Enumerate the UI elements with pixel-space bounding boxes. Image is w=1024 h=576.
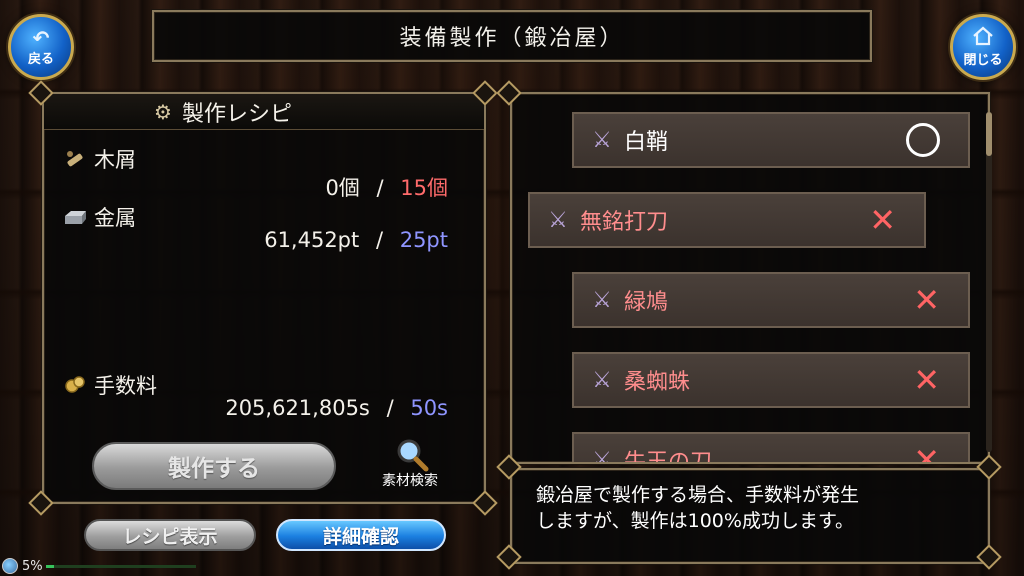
material-row-metal: 金属 [62, 202, 136, 232]
owned-amount: 61,452pt [264, 228, 360, 252]
title-bar: 装備製作（鍛冶屋） [152, 10, 872, 62]
material-search-button[interactable]: 素材検索 [370, 438, 450, 496]
material-amount-metal: 61,452pt / 25pt [264, 228, 448, 252]
weapon-list-scrollbar[interactable] [986, 112, 992, 452]
wood-scrap-icon [62, 146, 88, 172]
sword-icon: ⚔ [548, 207, 568, 233]
weapon-name: 緑鳩 [624, 290, 669, 315]
craftable-circle-icon [906, 123, 940, 157]
not-craftable-x-icon: ✕ [869, 201, 896, 239]
magnifier-icon [395, 438, 429, 472]
fee-label: 手数料 [94, 374, 157, 398]
recipe-panel: ⚙ 製作レシピ 木屑 0個 / 15個 金属 61,452pt / 25pt 手… [42, 92, 486, 504]
page-title: 装備製作（鍛冶屋） [399, 26, 625, 51]
recipe-scroll-icon: ⚙ [154, 99, 172, 124]
amount-separator: / [376, 176, 384, 200]
recipe-title: 製作レシピ [181, 101, 292, 127]
not-craftable-x-icon: ✕ [913, 281, 940, 319]
sword-icon: ⚔ [592, 127, 612, 153]
recipe-header: ⚙ 製作レシピ [44, 94, 484, 130]
weapon-name: 牛王の刀 [624, 450, 713, 464]
amount-separator: / [386, 396, 394, 420]
info-line-2: しますが、製作は100%成功します。 [536, 510, 855, 532]
amount-separator: / [375, 228, 384, 252]
detail-check-button[interactable]: 詳細確認 [276, 519, 446, 551]
sword-icon: ⚔ [592, 367, 612, 393]
weapon-name: 桑蜘蛛 [624, 370, 691, 395]
fee-amount: 205,621,805s / 50s [225, 396, 448, 420]
home-icon [972, 26, 994, 49]
owned-amount: 0個 [325, 176, 360, 200]
weapon-name: 白鞘 [624, 130, 669, 155]
sword-icon: ⚔ [592, 447, 612, 464]
not-craftable-x-icon: ✕ [913, 361, 940, 399]
weapon-list-item[interactable]: ⚔ 牛王の刀 ✕ [572, 432, 970, 464]
material-amount-wood: 0個 / 15個 [325, 172, 448, 202]
metal-ingot-icon [62, 204, 88, 230]
back-button-label: 戻る [27, 51, 54, 67]
weapon-name: 無銘打刀 [580, 210, 669, 235]
coins-icon [62, 372, 88, 398]
not-craftable-x-icon: ✕ [913, 441, 940, 464]
status-strip: 5% [0, 556, 1024, 576]
required-amount: 25pt [399, 228, 448, 252]
weapon-list-item[interactable]: ⚔ 白鞘 [572, 112, 970, 168]
status-globe-icon [2, 558, 18, 574]
weapon-list-item[interactable]: ⚔ 桑蜘蛛 ✕ [572, 352, 970, 408]
fee-row: 手数料 [62, 370, 157, 400]
recipe-view-button[interactable]: レシピ表示 [84, 519, 256, 551]
weapon-list-panel[interactable]: ⚔ 白鞘 ⚔ 無銘打刀 ✕ ⚔ 緑鳩 ✕ ⚔ 桑蜘蛛 ✕ ⚔ 牛王の刀 ✕ [510, 92, 990, 464]
close-button-label: 閉じる [963, 53, 1003, 68]
status-progress-bar [46, 565, 196, 568]
material-name: 金属 [94, 206, 136, 230]
info-line-1: 鍛冶屋で製作する場合、手数料が発生 [536, 484, 860, 506]
material-name: 木屑 [94, 148, 136, 172]
make-button[interactable]: 製作する [92, 442, 336, 490]
sword-icon: ⚔ [592, 287, 612, 313]
info-message-panel: 鍛冶屋で製作する場合、手数料が発生 しますが、製作は100%成功します。 [510, 468, 990, 564]
required-amount: 15個 [400, 176, 448, 200]
weapon-list-item-selected[interactable]: ⚔ 無銘打刀 ✕ [528, 192, 926, 248]
material-search-label: 素材検索 [382, 473, 438, 489]
material-row-wood: 木屑 [62, 144, 136, 174]
weapon-list-item[interactable]: ⚔ 緑鳩 ✕ [572, 272, 970, 328]
status-progress-fill [46, 565, 54, 568]
status-percent: 5% [22, 558, 43, 574]
required-amount: 50s [410, 396, 448, 420]
back-button[interactable]: ↶ 戻る [8, 14, 74, 80]
close-button[interactable]: 閉じる [950, 14, 1016, 80]
scrollbar-thumb[interactable] [986, 112, 992, 156]
return-arrow-icon: ↶ [32, 25, 50, 50]
owned-amount: 205,621,805s [225, 396, 370, 420]
